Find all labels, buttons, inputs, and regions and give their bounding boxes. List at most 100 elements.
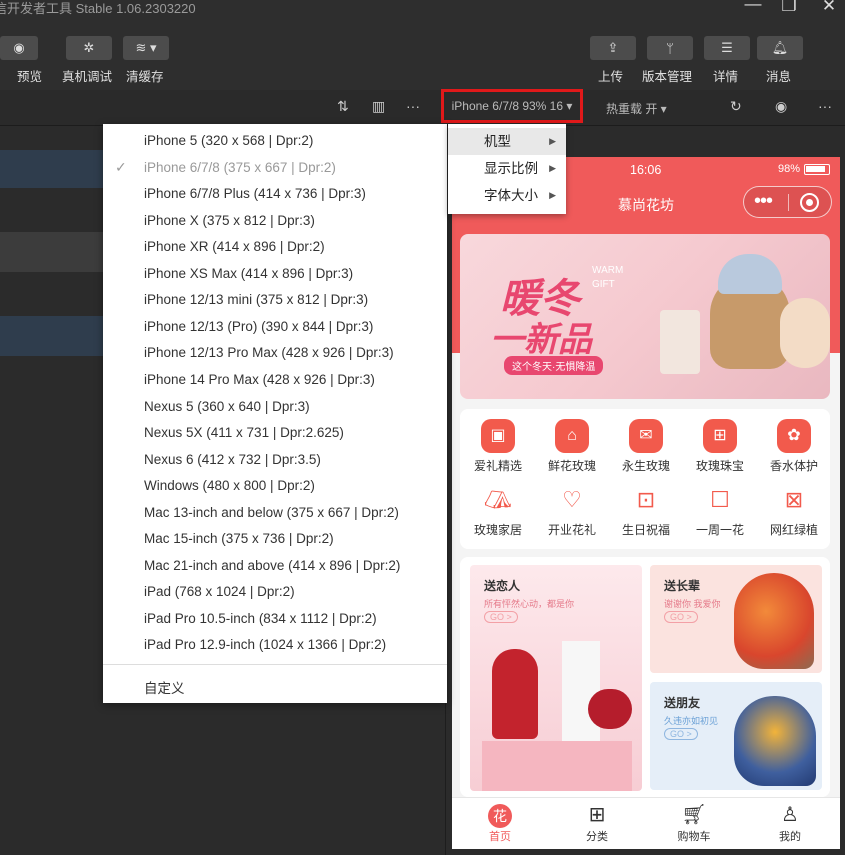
device-option[interactable]: Mac 21-inch and above (414 x 896 | Dpr:2… (144, 558, 400, 573)
submenu-font-size[interactable]: 字体大小 ▶ (448, 182, 566, 209)
device-option[interactable]: iPhone 12/13 Pro Max (428 x 926 | Dpr:3) (144, 345, 394, 360)
tab-category[interactable]: ⊞ 分类 (567, 802, 627, 844)
split-view-icon[interactable]: ▥ (372, 98, 385, 115)
more-icon[interactable]: ··· (406, 98, 420, 114)
device-option[interactable]: iPhone XS Max (414 x 896 | Dpr:3) (144, 266, 353, 281)
grid-icon: ⊞ (588, 804, 606, 826)
lamp-icon: ⛺︎ (484, 487, 512, 512)
device-option[interactable]: iPad (768 x 1024 | Dpr:2) (144, 584, 295, 599)
capsule-divider (788, 194, 789, 211)
promo-elder[interactable]: 送长辈 谢谢你 我爱你 GO > (650, 565, 822, 673)
device-option[interactable]: Windows (480 x 800 | Dpr:2) (144, 478, 315, 493)
device-selector[interactable]: iPhone 6/7/8 93% 16 ▾ (441, 89, 583, 123)
gift-bag-icon: ✉ (629, 419, 663, 453)
category-item[interactable]: ☐ 一周一花 (685, 483, 755, 538)
category-item[interactable]: ♡ 开业花礼 (537, 483, 607, 538)
device-option[interactable]: iPhone XR (414 x 896 | Dpr:2) (144, 239, 325, 254)
panel-row[interactable] (0, 150, 110, 188)
upload-button[interactable]: ⇪ (590, 36, 636, 60)
messages-label: 消息 (766, 70, 792, 84)
minimize-icon[interactable]: — (738, 0, 768, 14)
cup-image (660, 310, 700, 374)
flower-house-icon: ⌂ (555, 419, 589, 453)
plant-icon: ⊠ (784, 487, 804, 512)
category-item[interactable]: ⊡ 生日祝福 (611, 483, 681, 538)
category-item[interactable]: ⛺︎ 玫瑰家居 (463, 483, 533, 538)
chevron-right-icon: ▶ (549, 136, 556, 146)
tab-home[interactable]: 花 首页 (470, 802, 530, 844)
clear-cache-button[interactable]: ≋ ▾ (123, 36, 169, 60)
device-option[interactable]: Mac 13-inch and below (375 x 667 | Dpr:2… (144, 505, 399, 520)
device-option[interactable]: Nexus 5 (360 x 640 | Dpr:3) (144, 399, 310, 414)
device-option[interactable]: iPhone 12/13 (Pro) (390 x 844 | Dpr:3) (144, 319, 373, 334)
device-option[interactable]: Mac 15-inch (375 x 736 | Dpr:2) (144, 531, 334, 546)
details-button[interactable]: ☰ (704, 36, 750, 60)
category-item[interactable]: ▣ 爱礼精选 (463, 419, 533, 474)
maximize-icon[interactable]: ❐ (774, 0, 804, 16)
custom-device-option[interactable]: 自定义 (144, 677, 185, 697)
promo-sub: 所有怦然心动，都是你 (484, 599, 575, 609)
device-option[interactable]: iPad Pro 12.9-inch (1024 x 1366 | Dpr:2) (144, 637, 386, 652)
more-dots-icon[interactable]: ••• (754, 190, 773, 213)
flower-bouquet-image (734, 573, 814, 669)
promo-friend[interactable]: 送朋友 久违亦如初见 GO > (650, 682, 822, 790)
submenu-device-model[interactable]: 机型 ▶ (448, 128, 566, 155)
refresh-icon[interactable]: ↻ (730, 98, 742, 115)
panel-row[interactable] (0, 232, 110, 272)
menu-lines-icon: ☰ (721, 40, 733, 55)
category-item[interactable]: ⊠ 网红绿植 (759, 483, 829, 538)
category-item[interactable]: ⌂ 鲜花玫瑰 (537, 419, 607, 474)
main-toolbar: ◉ 预览 ✲ 真机调试 ≋ ▾ 清缓存 ⇪ 上传 ᛘ 版本管理 ☰ 详情 🔔︎ … (0, 28, 845, 90)
tab-cart[interactable]: 🛒︎ 购物车 (664, 802, 724, 844)
record-icon[interactable]: ◉ (775, 98, 787, 115)
device-option[interactable]: iPhone 5 (320 x 568 | Dpr:2) (144, 133, 313, 148)
title-bar: 信开发者工具 Stable 1.06.2303220 — ❐ ✕ (0, 0, 845, 28)
branch-icon: ᛘ (666, 40, 674, 56)
device-option[interactable]: Nexus 5X (411 x 731 | Dpr:2.625) (144, 425, 344, 440)
panel-row[interactable] (0, 316, 110, 356)
banner[interactable]: 暖冬 一新品 WARM GIFT 这个冬天·无惧降温 (460, 234, 830, 399)
category-item[interactable]: ✿ 香水体护 (759, 419, 829, 474)
phone-simulator: 16:06 98% 慕尚花坊 ••• 暖冬 一新品 WARM GIFT 这个冬天… (452, 157, 840, 849)
home-flower-icon: 花 (470, 802, 530, 828)
hot-reload-toggle[interactable]: 热重载 开 ▾ (606, 100, 667, 117)
promo-title: 送长辈 (664, 579, 701, 593)
bear-hat (718, 254, 782, 294)
go-button[interactable]: GO > (664, 611, 698, 623)
clover-icon: ✿ (777, 419, 811, 453)
eye-icon: ◉ (13, 40, 25, 55)
remote-debug-button[interactable]: ✲ (66, 36, 112, 60)
rose-bouquet-image (492, 649, 538, 739)
tab-label: 我的 (779, 831, 801, 843)
preview-button[interactable]: ◉ (0, 36, 38, 60)
more-icon-right[interactable]: ··· (818, 98, 832, 114)
chevron-right-icon: ▶ (549, 163, 556, 173)
rotate-icon[interactable]: ⇅ (337, 98, 349, 115)
capsule-menu[interactable]: ••• (743, 186, 832, 218)
details-label: 详情 (713, 70, 739, 84)
promo-card: 送恋人 所有怦然心动，都是你 GO > 送长辈 谢谢你 我爱你 GO > 送朋友… (460, 557, 830, 797)
version-button[interactable]: ᛘ (647, 36, 693, 60)
promo-lover[interactable]: 送恋人 所有怦然心动，都是你 GO > (470, 565, 642, 791)
go-button[interactable]: GO > (664, 728, 698, 740)
close-target-icon[interactable] (800, 193, 819, 212)
promo-sub: 谢谢你 我爱你 (664, 599, 721, 609)
messages-button[interactable]: 🔔︎ (757, 36, 803, 60)
category-item[interactable]: ⊞ 玫瑰珠宝 (685, 419, 755, 474)
close-icon[interactable]: ✕ (814, 0, 844, 16)
heart-icon: ♡ (562, 487, 582, 512)
device-option[interactable]: iPhone 6/7/8 Plus (414 x 736 | Dpr:3) (144, 186, 366, 201)
device-option[interactable]: Nexus 6 (412 x 732 | Dpr:3.5) (144, 452, 321, 467)
category-item[interactable]: ✉ 永生玫瑰 (611, 419, 681, 474)
submenu-display-scale[interactable]: 显示比例 ▶ (448, 155, 566, 182)
tab-mine[interactable]: ♙ 我的 (760, 802, 820, 844)
go-button[interactable]: GO > (484, 611, 518, 623)
device-option[interactable]: iPhone X (375 x 812 | Dpr:3) (144, 213, 315, 228)
device-option[interactable]: iPhone 14 Pro Max (428 x 926 | Dpr:3) (144, 372, 375, 387)
heart-box-image (588, 689, 632, 729)
device-option[interactable]: iPhone 12/13 mini (375 x 812 | Dpr:3) (144, 292, 368, 307)
devtools-window: 信开发者工具 Stable 1.06.2303220 — ❐ ✕ ◉ 预览 ✲ … (0, 0, 845, 855)
device-option-selected[interactable]: iPhone 6/7/8 (375 x 667 | Dpr:2) (144, 160, 336, 175)
device-option[interactable]: iPad Pro 10.5-inch (834 x 1112 | Dpr:2) (144, 611, 377, 626)
bug-icon: ✲ (83, 40, 95, 55)
